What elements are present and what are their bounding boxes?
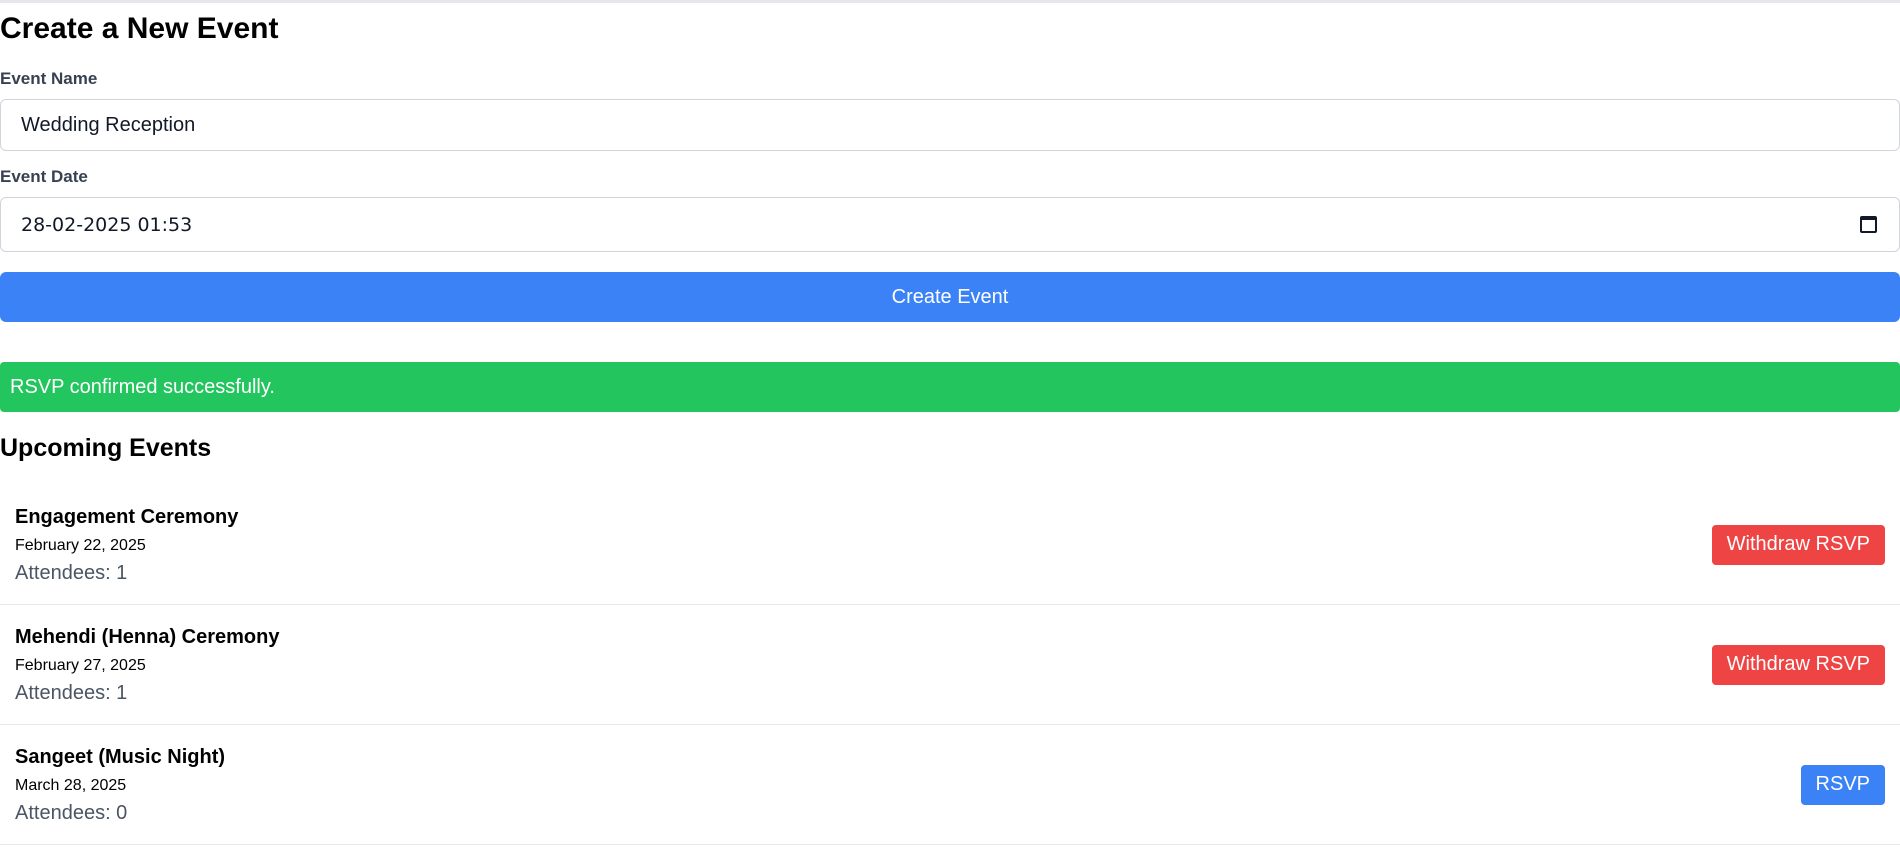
event-name-label: Event Name [0,69,98,88]
event-date-label: Event Date [0,167,88,186]
event-name-value: Wedding Reception [21,113,196,136]
event-date-input[interactable]: 28-02-2025 01:53 [0,197,1900,252]
page: Create a New Event Event Name Wedding Re… [0,0,1900,851]
event-item: Sangeet (Music Night) March 28, 2025 Att… [0,725,1900,845]
event-item: Mehendi (Henna) Ceremony February 27, 20… [0,605,1900,725]
event-attendees: Attendees: 1 [15,562,128,584]
event-name-input[interactable]: Wedding Reception [0,99,1900,151]
create-event-form: Event Name Wedding Reception Event Date … [0,69,1900,322]
event-date: March 28, 2025 [15,777,127,794]
event-item: Engagement Ceremony February 22, 2025 At… [0,485,1900,605]
alert-message: RSVP confirmed successfully. [10,375,275,398]
content: Create a New Event Event Name Wedding Re… [0,3,1900,845]
event-name: Sangeet (Music Night) [15,746,226,768]
event-attendees: Attendees: 0 [15,802,128,824]
event-date-value: 28-02-2025 01:53 [21,213,193,236]
event-list: Engagement Ceremony February 22, 2025 At… [0,485,1900,845]
withdraw-rsvp-button[interactable]: Withdraw RSVP [1711,644,1885,685]
event-name: Mehendi (Henna) Ceremony [15,626,280,648]
create-event-button[interactable]: Create Event [0,272,1900,322]
event-attendees: Attendees: 1 [15,682,128,704]
event-name: Engagement Ceremony [15,506,239,528]
event-info: Engagement Ceremony February 22, 2025 At… [15,504,238,585]
event-date: February 27, 2025 [15,657,146,674]
event-info: Mehendi (Henna) Ceremony February 27, 20… [15,624,279,705]
event-date: February 22, 2025 [15,537,146,554]
page-title: Create a New Event [0,12,279,45]
section-title: Upcoming Events [0,434,212,462]
calendar-icon[interactable] [1860,216,1877,233]
event-info: Sangeet (Music Night) March 28, 2025 Att… [15,744,225,825]
success-alert: RSVP confirmed successfully. [0,362,1900,412]
withdraw-rsvp-button[interactable]: Withdraw RSVP [1711,524,1885,565]
rsvp-button[interactable]: RSVP [1800,764,1885,805]
